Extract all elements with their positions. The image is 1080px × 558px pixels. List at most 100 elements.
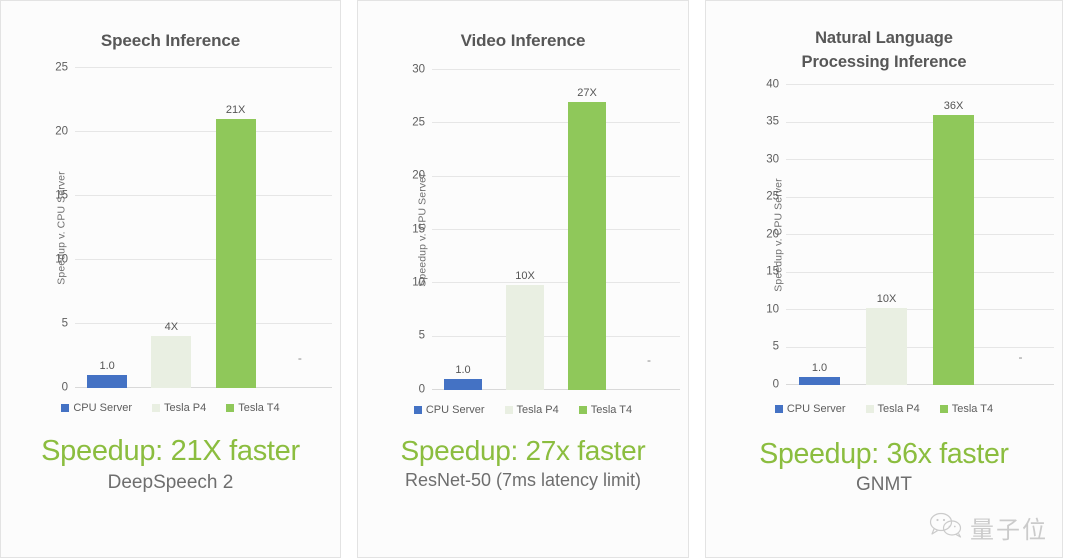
- legend-label: Tesla P4: [516, 403, 559, 416]
- y-tick-label: 25: [55, 61, 68, 74]
- y-tick-label: 5: [61, 317, 68, 330]
- bar-slot: 10X: [853, 85, 920, 385]
- bar-value-label: -: [297, 351, 302, 366]
- bar-value-label: -: [647, 353, 651, 368]
- y-tick-label: 0: [61, 381, 68, 394]
- y-tick-label: 0: [772, 378, 779, 391]
- y-tick-label: 5: [772, 340, 779, 353]
- y-tick-label: 15: [412, 223, 425, 236]
- bar-empty: -: [1000, 350, 1042, 385]
- y-tick-label: 10: [412, 276, 425, 289]
- bar-slot: -: [268, 68, 332, 388]
- legend-swatch-icon: [61, 403, 70, 412]
- legend-item-tesla-p4[interactable]: Tesla P4: [152, 402, 206, 414]
- bar-group: 1.0 4X 21X -: [75, 68, 332, 388]
- chart-panel-video-inference: Video Inference Speedup v. CPU Server 05…: [357, 0, 689, 558]
- bar-value-label: 1.0: [811, 362, 828, 375]
- legend-item-cpu-server[interactable]: CPU Server: [774, 402, 846, 415]
- legend-label: Tesla T4: [951, 402, 994, 415]
- bar-value-label: 27X: [577, 86, 597, 99]
- chart-title: Natural Language Processing Inference: [706, 27, 1062, 75]
- legend-swatch-icon: [865, 404, 874, 413]
- legend-swatch-icon: [413, 405, 422, 414]
- summary-headline: Speedup: 36x faster: [759, 437, 1009, 470]
- bar-slot: -: [618, 70, 680, 390]
- y-tick-label: 10: [55, 253, 68, 266]
- bar-tesla-t4: 27X: [567, 87, 607, 390]
- legend-label: CPU Server: [786, 402, 846, 415]
- bar-value-label: 10X: [876, 292, 897, 305]
- bar-empty: -: [630, 353, 668, 389]
- y-tick-label: 25: [766, 190, 779, 203]
- legend-swatch-icon: [504, 405, 513, 414]
- summary-subtitle: ResNet-50 (7ms latency limit): [404, 470, 642, 491]
- chart-title: Video Inference: [460, 31, 586, 50]
- bar-slot: 36X: [920, 85, 987, 385]
- y-tick-label: 20: [412, 169, 425, 182]
- legend-item-cpu-server[interactable]: CPU Server: [61, 402, 132, 414]
- legend-swatch-icon: [774, 404, 783, 413]
- chart-title-line-2: Processing Inference: [801, 52, 967, 71]
- legend-item-tesla-t4[interactable]: Tesla T4: [226, 401, 280, 414]
- bar-empty: -: [280, 351, 320, 387]
- legend-swatch-icon: [226, 403, 235, 412]
- bar-slot: 21X: [204, 68, 268, 388]
- wechat-icon: [929, 512, 963, 543]
- bar-slot: 4X: [139, 68, 203, 388]
- bar-value-label: 1.0: [455, 363, 471, 376]
- y-tick-label: 10: [766, 303, 779, 316]
- plot-area: Speedup v. CPU Server 0 5 10 15 20 25 1.0 4X 21…: [1, 61, 340, 393]
- y-tick-label: 0: [418, 383, 425, 396]
- chart-legend: CPU Server Tesla P4 Tesla T4: [1, 402, 340, 414]
- legend-item-cpu-server[interactable]: CPU Server: [413, 403, 485, 416]
- bar-value-label: 36X: [943, 99, 964, 112]
- legend-swatch-icon: [578, 405, 587, 414]
- bar-cpu-server: 1.0: [798, 362, 841, 385]
- summary-block: Speedup: 27x faster ResNet-50 (7ms laten…: [358, 435, 688, 492]
- legend-item-tesla-p4[interactable]: Tesla P4: [504, 403, 559, 416]
- summary-subtitle: GNMT: [856, 474, 912, 496]
- bar-tesla-p4: 4X: [151, 321, 192, 388]
- legend-label: CPU Server: [73, 401, 133, 414]
- plot-area: Speedup v. CPU Server 0 5 10 15 20 25 30 1.0 10…: [358, 63, 688, 395]
- legend-item-tesla-p4[interactable]: Tesla P4: [865, 402, 920, 415]
- legend-label: Tesla P4: [877, 402, 920, 415]
- y-tick-label: 35: [766, 115, 779, 128]
- y-tick-label: 15: [55, 189, 68, 202]
- legend-label: Tesla P4: [164, 401, 207, 414]
- bar-slot: 1.0: [75, 68, 139, 388]
- y-tick-label: 25: [412, 116, 425, 129]
- bar-cpu-server: 1.0: [87, 360, 128, 388]
- summary-headline: Speedup: 21X faster: [41, 434, 300, 467]
- y-tick-label: 30: [412, 63, 425, 76]
- bar-value-label: -: [1018, 349, 1023, 364]
- bar-value-label: 10X: [515, 270, 535, 283]
- bar-tesla-t4: 36X: [932, 100, 975, 385]
- bar-slot: 1.0: [786, 85, 853, 385]
- legend-item-tesla-t4[interactable]: Tesla T4: [939, 402, 994, 415]
- bar-value-label: 21X: [225, 103, 246, 116]
- legend-label: Tesla T4: [238, 401, 280, 414]
- legend-label: Tesla T4: [590, 403, 633, 416]
- infographic-root: Speech Inference Speedup v. CPU Server 0…: [0, 0, 1080, 558]
- chart-panel-nlp-inference: Natural Language Processing Inference Sp…: [705, 0, 1063, 558]
- plot-area: Speedup v. CPU Server 0 5 10 15 20 25 30 35 40 1…: [706, 78, 1062, 390]
- summary-block: Speedup: 21X faster DeepSpeech 2: [1, 434, 340, 495]
- y-tick-label: 15: [766, 265, 779, 278]
- chart-legend: CPU Server Tesla P4 Tesla T4: [706, 403, 1062, 415]
- bar-tesla-p4: 10X: [865, 293, 908, 385]
- bar-cpu-server: 1.0: [443, 364, 483, 390]
- bar-group: 1.0 10X 27X -: [432, 70, 680, 390]
- legend-swatch-icon: [152, 403, 161, 412]
- y-tick-label: 40: [766, 78, 779, 91]
- bar-tesla-t4: 21X: [215, 104, 256, 388]
- chart-title-line-1: Natural Language: [815, 29, 953, 47]
- bar-slot: 10X: [494, 70, 556, 390]
- summary-block: Speedup: 36x faster GNMT: [706, 437, 1062, 497]
- bar-slot: 1.0: [432, 70, 494, 390]
- legend-item-tesla-t4[interactable]: Tesla T4: [578, 403, 633, 416]
- chart-legend: CPU Server Tesla P4 Tesla T4: [358, 404, 688, 416]
- y-tick-label: 30: [766, 153, 779, 166]
- chart-title: Speech Inference: [100, 31, 241, 50]
- legend-label: CPU Server: [425, 403, 485, 416]
